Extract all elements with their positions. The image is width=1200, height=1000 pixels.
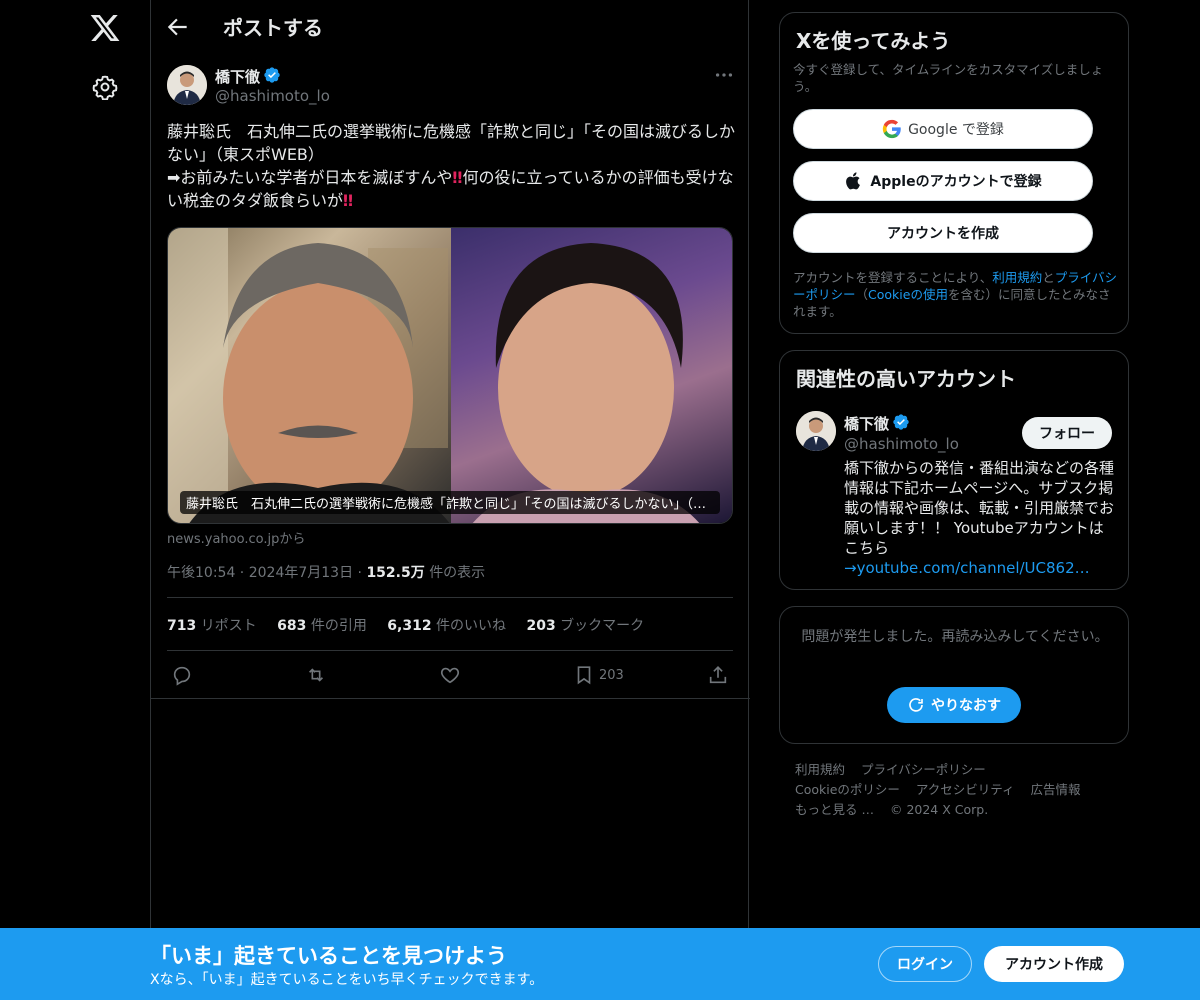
views-label: 件の表示 (429, 565, 486, 581)
banner-subtitle: Xなら、「いま」起きていることをいち早くチェックできます。 (150, 972, 544, 988)
terms-link[interactable]: 利用規約 (992, 270, 1042, 285)
left-nav (0, 0, 150, 1000)
banner-title: 「いま」起きていることを見つけよう (150, 944, 507, 968)
google-signup-label: Google で登録 (908, 122, 1004, 138)
signup-subtitle: 今すぐ登録して、タイムラインをカスタマイズしましょう。 (793, 62, 1104, 94)
avatar[interactable] (167, 65, 207, 105)
retry-button[interactable]: やりなおす (887, 687, 1021, 723)
post-meta: 午後10:54 · 2024年7月13日 · 152.5万 件の表示 (167, 565, 486, 581)
author-name[interactable]: 橋下徹 (215, 66, 260, 87)
card-image-right (451, 228, 732, 523)
post-time[interactable]: 午後10:54 (167, 565, 235, 581)
main-column: ポストする 橋下徹 @hashimoto_lo 藤井聡氏 石丸伸二氏の選挙戦術に… (150, 0, 750, 1000)
google-icon (882, 119, 901, 139)
post-text-line2-pre: ➡お前みたいな学者が日本を滅ぼすんや (167, 168, 453, 187)
footer-link-cookie[interactable]: Cookieのポリシー (795, 782, 900, 797)
more-icon[interactable] (713, 64, 735, 86)
divider (167, 650, 733, 651)
verified-badge-icon (264, 67, 280, 83)
apple-signup-button[interactable]: Appleのアカウントで登録 (793, 161, 1093, 201)
signup-banner: 「いま」起きていることを見つけよう Xなら、「いま」起きていることをいち早くチェ… (0, 928, 1200, 1000)
double-exclamation-icon: ‼ (343, 191, 354, 210)
footer-link-more[interactable]: もっと見る … (795, 802, 874, 817)
card-caption: 藤井聡氏 石丸伸二氏の選挙戦術に危機感「詐欺と同じ」「その国は滅びるしかない」（… (180, 491, 720, 514)
error-box: 問題が発生しました。再読み込みしてください。 やりなおす (779, 606, 1129, 744)
related-account-name[interactable]: 橋下徹 (844, 413, 889, 434)
youtube-link[interactable]: →youtube.com/channel/UC862U… (844, 558, 1094, 578)
reply-icon[interactable] (171, 664, 193, 686)
back-arrow-icon[interactable] (165, 14, 191, 40)
follow-button[interactable]: フォロー (1022, 417, 1112, 449)
views-count: 152.5万 (366, 565, 425, 581)
refresh-icon (909, 698, 923, 712)
cookie-link[interactable]: Cookieの使用 (868, 287, 948, 302)
footer-link-ads[interactable]: 広告情報 (1031, 782, 1081, 797)
google-signup-button[interactable]: Google で登録 (793, 109, 1093, 149)
x-logo-icon[interactable] (89, 12, 121, 44)
bookmark-icon[interactable] (573, 664, 595, 686)
link-card[interactable]: 藤井聡氏 石丸伸二氏の選挙戦術に危機感「詐欺と同じ」「その国は滅びるしかない」（… (167, 227, 733, 524)
card-source[interactable]: news.yahoo.co.jpから (167, 528, 305, 547)
likes-stat[interactable]: 6,312 件のいいね (387, 618, 506, 634)
author-handle[interactable]: @hashimoto_lo (215, 87, 330, 105)
apple-icon (846, 172, 861, 190)
signup-box: Xを使ってみよう 今すぐ登録して、タイムラインをカスタマイズしましょう。 Goo… (779, 12, 1129, 334)
divider (151, 698, 750, 699)
related-account-bio: 橋下徹からの発信・番組出演などの各種情報は下記ホームページへ。サブスク掲載の情報… (844, 459, 1115, 578)
related-title: 関連性の高いアカウント (796, 367, 1016, 391)
repost-icon[interactable] (305, 664, 327, 686)
divider (167, 597, 733, 598)
banner-create-account-button[interactable]: アカウント作成 (984, 946, 1124, 982)
post-stats: 713 リポスト 683 件の引用 6,312 件のいいね 203 ブックマーク (167, 615, 660, 635)
error-message: 問題が発生しました。再読み込みしてください。 (801, 629, 1109, 645)
card-image-left (168, 228, 451, 523)
avatar[interactable] (796, 411, 836, 451)
footer-links: 利用規約 プライバシーポリシー Cookieのポリシー アクセシビリティ 広告情… (795, 760, 1125, 820)
like-icon[interactable] (439, 664, 461, 686)
copyright: © 2024 X Corp. (889, 802, 989, 817)
post-date[interactable]: 2024年7月13日 (249, 565, 353, 581)
create-account-button[interactable]: アカウントを作成 (793, 213, 1093, 253)
reposts-stat[interactable]: 713 リポスト (167, 618, 257, 634)
footer-link-accessibility[interactable]: アクセシビリティ (916, 782, 1015, 797)
post-text: 藤井聡氏 石丸伸二氏の選挙戦術に危機感「詐欺と同じ」「その国は滅びるしかない」（… (167, 120, 735, 212)
apple-signup-label: Appleのアカウントで登録 (870, 174, 1042, 190)
quotes-stat[interactable]: 683 件の引用 (277, 618, 367, 634)
login-button[interactable]: ログイン (878, 946, 972, 982)
bookmark-count: 203 (599, 668, 624, 683)
terms-text: アカウントを登録することにより、利用規約とプライバシーポリシー（Cookieの使… (793, 270, 1118, 319)
page-title: ポストする (223, 16, 323, 40)
verified-badge-icon (893, 414, 909, 430)
retry-label: やりなおす (931, 698, 1001, 714)
create-account-label: アカウントを作成 (887, 226, 999, 242)
bookmarks-stat[interactable]: 203 ブックマーク (526, 618, 644, 634)
post-text-line1: 藤井聡氏 石丸伸二氏の選挙戦術に危機感「詐欺と同じ」「その国は滅びるしかない」（… (167, 122, 736, 164)
related-accounts-box: 関連性の高いアカウント 橋下徹 @hashimoto_lo フォロー 橋下徹から… (779, 350, 1129, 590)
footer-link-privacy[interactable]: プライバシーポリシー (861, 762, 986, 777)
footer-link-terms[interactable]: 利用規約 (795, 762, 845, 777)
related-account-handle[interactable]: @hashimoto_lo (844, 435, 959, 453)
double-exclamation-icon: ‼ (452, 168, 463, 187)
gear-icon[interactable] (92, 74, 118, 100)
share-icon[interactable] (707, 664, 729, 686)
signup-title: Xを使ってみよう (796, 29, 951, 53)
